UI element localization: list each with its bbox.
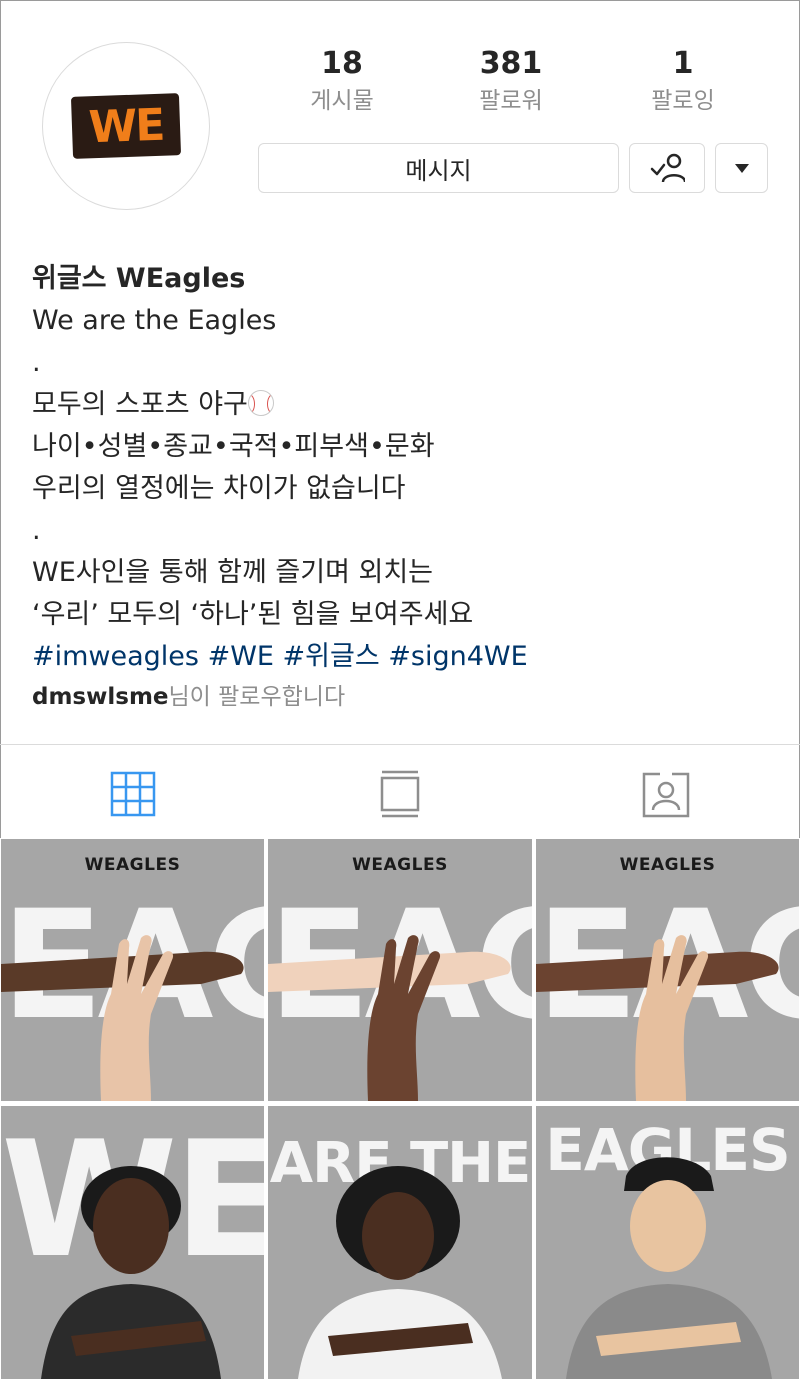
bio-line: 우리의 열정에는 차이가 없습니다	[32, 473, 406, 504]
post-brand: WEAGLES	[619, 855, 716, 875]
followed-by-suffix: 님이 팔로우합니다	[168, 684, 346, 710]
tab-feed[interactable]	[370, 766, 430, 822]
followers-count: 381	[479, 46, 543, 81]
baseball-icon	[247, 390, 274, 416]
post-thumbnail[interactable]: EAGLES	[536, 1106, 799, 1379]
post-thumbnail[interactable]: WEAGLES EAGLES	[268, 839, 532, 1101]
followed-by[interactable]: dmswlsme님이 팔로우합니다	[32, 680, 345, 714]
posts-label: 게시물	[310, 88, 374, 114]
bio-line: WE사인을 통해 함께 즐기며 외치는	[32, 557, 434, 588]
following-label: 팔로잉	[651, 88, 715, 114]
post-thumbnail[interactable]: ARE THE	[268, 1106, 532, 1379]
post-thumbnail[interactable]: WE	[1, 1106, 264, 1379]
bio-line: .	[32, 515, 41, 546]
profile-avatar[interactable]: WE	[42, 42, 210, 210]
following-count: 1	[672, 46, 694, 81]
person-photo-icon	[41, 1166, 221, 1379]
bio: 위글스 WEagles We are the Eagles . 모두의 스포츠 …	[32, 258, 772, 678]
tab-grid[interactable]	[103, 766, 163, 822]
stat-posts[interactable]: 18 게시물	[262, 44, 422, 118]
tabs-divider	[0, 744, 800, 745]
person-photo-icon	[566, 1157, 772, 1379]
following-button[interactable]	[629, 143, 705, 193]
logo-text: WE	[87, 99, 165, 153]
feed-icon	[380, 770, 420, 818]
bio-line: .	[32, 347, 41, 378]
bio-line: 모두의 스포츠 야구	[32, 389, 248, 420]
tab-tagged[interactable]	[636, 766, 696, 822]
hands-illustration-icon	[1, 935, 244, 1101]
bio-line: 나이•성별•종교•국적•피부색•문화	[32, 431, 435, 462]
posts-count: 18	[321, 46, 363, 81]
message-button[interactable]: 메시지	[258, 143, 619, 193]
weagles-logo: WE	[70, 93, 182, 159]
post-thumbnail[interactable]: WEAGLES EAGLES	[536, 839, 799, 1101]
followed-by-user[interactable]: dmswlsme	[32, 684, 169, 710]
post-brand: WEAGLES	[352, 855, 448, 875]
more-options-button[interactable]	[715, 143, 768, 193]
followers-label: 팔로워	[479, 88, 543, 114]
profile-name: 위글스 WEagles	[32, 263, 246, 294]
hashtags[interactable]: #imweagles #WE #위글스 #sign4WE	[32, 636, 772, 678]
caret-down-icon	[734, 163, 749, 173]
hands-illustration-icon	[536, 935, 779, 1101]
post-brand: WEAGLES	[84, 855, 181, 875]
posts-grid: WEAGLES EAGLES WEAGLES EAGLES WEAGLES EA…	[0, 838, 800, 1379]
stat-following[interactable]: 1 팔로잉	[603, 44, 763, 118]
grid-icon	[110, 771, 156, 817]
post-thumbnail[interactable]: WEAGLES EAGLES	[1, 839, 264, 1101]
hands-illustration-icon	[268, 935, 511, 1101]
bio-line: We are the Eagles	[32, 305, 277, 336]
bio-line-sports: 모두의 스포츠 야구	[32, 384, 772, 426]
tagged-icon	[642, 772, 690, 818]
bio-line: ‘우리’ 모두의 ‘하나’된 힘을 보여주세요	[32, 599, 474, 630]
person-photo-icon	[298, 1166, 502, 1379]
stat-followers[interactable]: 381 팔로워	[431, 44, 591, 118]
person-check-icon	[650, 153, 685, 183]
